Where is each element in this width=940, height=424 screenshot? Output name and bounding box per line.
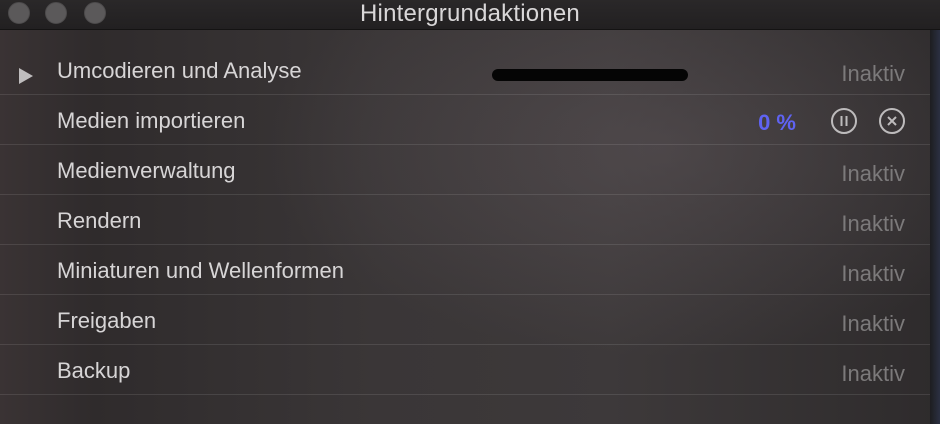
cancel-button[interactable] <box>879 108 905 134</box>
task-list: Umcodieren und Analyse Inaktiv Medien im… <box>0 45 930 395</box>
task-row: Umcodieren und Analyse Inaktiv <box>0 45 930 95</box>
disclosure-triangle-icon[interactable] <box>19 68 33 84</box>
task-label: Umcodieren und Analyse <box>57 58 302 83</box>
task-status: Inaktiv <box>841 161 905 186</box>
task-label: Medien importieren <box>57 108 246 133</box>
task-row: Backup Inaktiv <box>0 345 930 395</box>
task-row: Miniaturen und Wellenformen Inaktiv <box>0 245 930 295</box>
title-bar: Hintergrundaktionen <box>0 0 940 30</box>
task-status: Inaktiv <box>841 261 905 286</box>
task-label: Backup <box>57 358 131 383</box>
task-label: Medienverwaltung <box>57 158 236 183</box>
task-status: Inaktiv <box>841 361 905 386</box>
window-edge <box>930 30 940 424</box>
task-row: Medienverwaltung Inaktiv <box>0 145 930 195</box>
task-label: Rendern <box>57 208 142 233</box>
task-label: Miniaturen und Wellenformen <box>57 258 344 283</box>
task-label: Freigaben <box>57 308 157 333</box>
task-row: Rendern Inaktiv <box>0 195 930 245</box>
task-status: Inaktiv <box>841 211 905 236</box>
window-title: Hintergrundaktionen <box>360 0 580 27</box>
task-status: Inaktiv <box>841 61 905 86</box>
cancel-icon <box>887 116 897 126</box>
task-status: Inaktiv <box>841 311 905 336</box>
import-progress-percent: 0 % <box>758 110 796 135</box>
task-row: Freigaben Inaktiv <box>0 295 930 345</box>
pause-icon <box>840 116 848 126</box>
background-tasks-window: Hintergrundaktionen Umcodieren und Analy… <box>0 0 940 424</box>
pause-button[interactable] <box>831 108 857 134</box>
import-progress-bar <box>492 69 688 81</box>
